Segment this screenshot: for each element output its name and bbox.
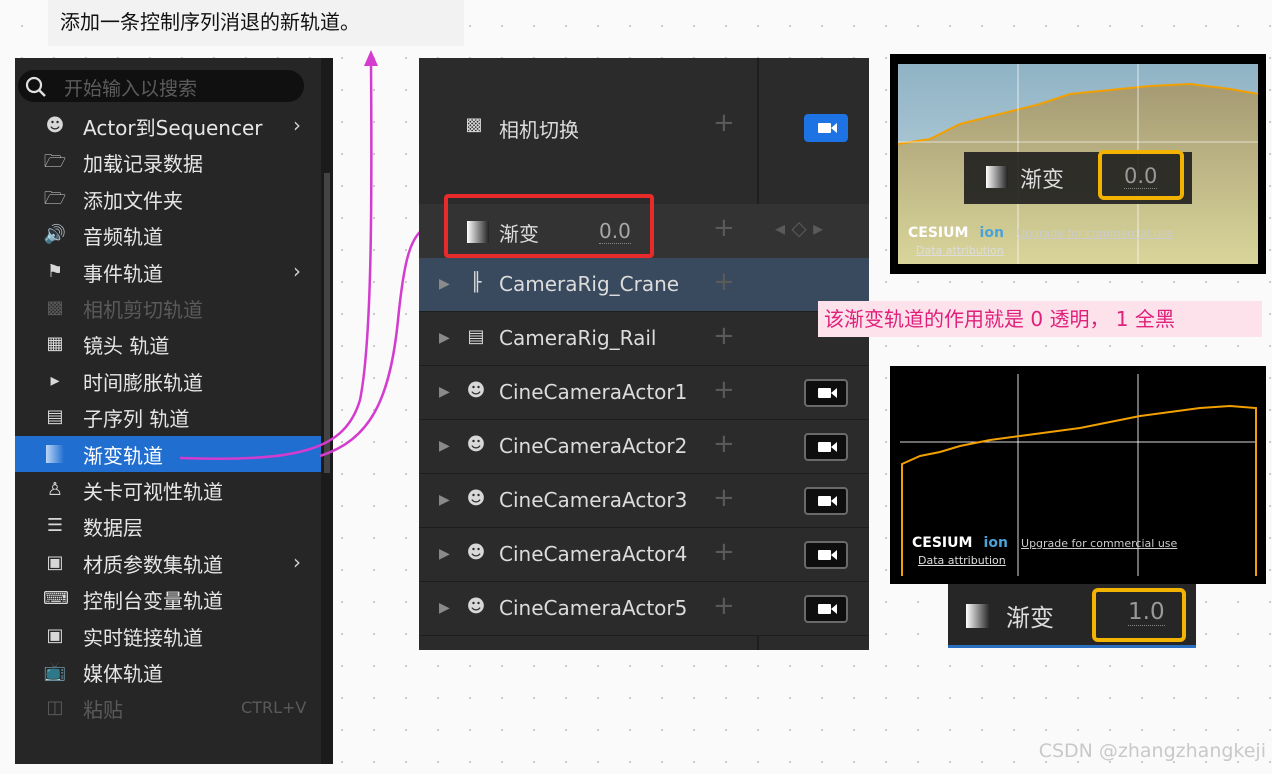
- camera-toggle-button[interactable]: [804, 114, 848, 142]
- track-row[interactable]: ▶ ☻ CineCameraActor1 +: [419, 366, 869, 420]
- value-highlight: [1092, 588, 1186, 642]
- cesium-logo: CESIUM ion Upgrade for commercial use: [912, 535, 1178, 551]
- add-key-button[interactable]: +: [713, 483, 735, 513]
- sequencer-panel: ▩ 相机切换 + 渐变 0.0 + ◂ ◇ ▸ ▶ ╟ CameraRig_Cran…: [419, 58, 869, 650]
- track-label: CineCameraActor3: [499, 488, 688, 512]
- add-key-button[interactable]: +: [713, 108, 735, 138]
- camera-toggle-button[interactable]: [804, 487, 848, 515]
- add-key-button[interactable]: +: [713, 321, 735, 351]
- cine-camera-icon: ☻: [466, 380, 486, 401]
- black-viewport: [890, 366, 1266, 584]
- data-attribution-link[interactable]: Data attribution: [918, 554, 1006, 567]
- cine-camera-icon: ☻: [466, 542, 486, 563]
- fade-track-highlight: [444, 194, 654, 258]
- rail-icon: ▤: [467, 326, 485, 347]
- expand-arrow-icon[interactable]: ▶: [439, 492, 450, 508]
- cine-camera-icon: ☻: [466, 434, 486, 455]
- camera-toggle-button[interactable]: [804, 595, 848, 623]
- annotation-note: 该渐变轨道的作用就是 0 透明， 1 全黑: [818, 301, 1262, 337]
- track-row[interactable]: ▶ ☻ CineCameraActor3 +: [419, 474, 869, 528]
- data-attribution-link[interactable]: Data attribution: [916, 244, 1004, 257]
- cine-camera-icon: ☻: [466, 488, 486, 509]
- expand-arrow-icon[interactable]: ▶: [439, 384, 450, 400]
- track-row[interactable]: ▶ ╟ CameraRig_Crane +: [419, 258, 869, 312]
- expand-arrow-icon[interactable]: ▶: [439, 546, 450, 562]
- add-key-button[interactable]: +: [713, 537, 735, 567]
- track-label: CineCameraActor5: [499, 596, 688, 620]
- track-row[interactable]: ▶ ☻ CineCameraActor4 +: [419, 528, 869, 582]
- camera-toggle-button[interactable]: [804, 379, 848, 407]
- track-row[interactable]: ▶ ▤ CameraRig_Rail +: [419, 312, 869, 366]
- cine-camera-icon: ☻: [466, 596, 486, 617]
- add-key-button[interactable]: +: [713, 591, 735, 621]
- camera-cut-track[interactable]: ▩ 相机切换 +: [419, 58, 869, 205]
- track-label: CameraRig_Rail: [499, 326, 657, 350]
- preview-top: 渐变 0.0 CESIUM ion Upgrade for commercial…: [890, 54, 1266, 274]
- add-key-button[interactable]: +: [713, 429, 735, 459]
- watermark: CSDN @zhangzhangkeji: [1038, 740, 1266, 762]
- crane-icon: ╟: [470, 272, 482, 293]
- camera-cut-icon: ▩: [465, 114, 483, 135]
- camera-toggle-button[interactable]: [804, 541, 848, 569]
- cesium-logo: CESIUM ion Upgrade for commercial use: [908, 225, 1174, 241]
- add-key-button[interactable]: +: [713, 375, 735, 405]
- track-label: CameraRig_Crane: [499, 272, 680, 296]
- track-label: CineCameraActor4: [499, 542, 688, 566]
- fade-icon: [966, 604, 990, 628]
- expand-arrow-icon[interactable]: ▶: [439, 438, 450, 454]
- expand-arrow-icon[interactable]: ▶: [439, 600, 450, 616]
- fade-value-panel: 渐变 1.0: [948, 584, 1196, 648]
- expand-arrow-icon[interactable]: ▶: [439, 330, 450, 346]
- camera-toggle-button[interactable]: [804, 433, 848, 461]
- preview-bottom: CESIUM ion Upgrade for commercial use Da…: [890, 366, 1266, 584]
- track-row[interactable]: ▶ ☻ CineCameraActor2 +: [419, 420, 869, 474]
- track-label: CineCameraActor2: [499, 434, 688, 458]
- add-key-button[interactable]: +: [713, 213, 735, 243]
- track-label: CineCameraActor1: [499, 380, 688, 404]
- key-nav-icon[interactable]: ◂ ◇ ▸: [775, 216, 823, 240]
- expand-arrow-icon[interactable]: ▶: [439, 276, 450, 292]
- track-row[interactable]: ▶ ☻ CineCameraActor5 +: [419, 582, 869, 636]
- value-highlight: [1098, 150, 1184, 200]
- add-key-button[interactable]: +: [713, 267, 735, 297]
